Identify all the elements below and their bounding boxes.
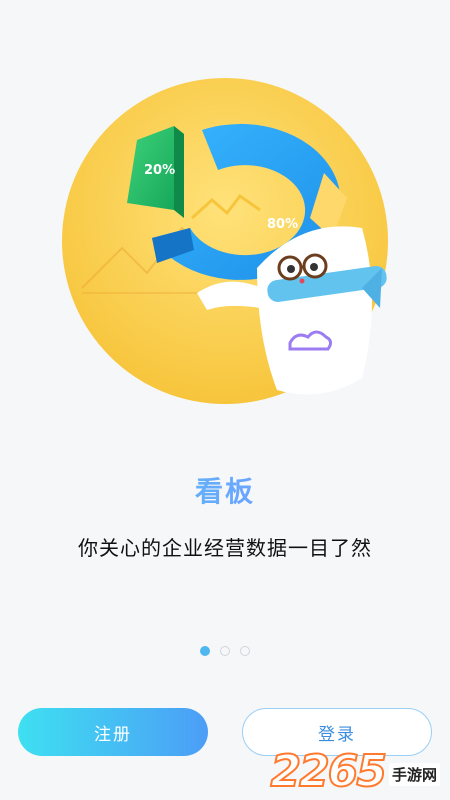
hero-illustration: 20% 80% <box>62 78 388 404</box>
register-button[interactable]: 注册 <box>18 708 208 756</box>
watermark-text: 手游网 <box>388 763 440 786</box>
pager-dot-1[interactable] <box>200 646 210 656</box>
pager-dot-3[interactable] <box>240 646 250 656</box>
watermark-logo: 2265 手游网 <box>270 746 440 797</box>
page-subtitle: 你关心的企业经营数据一目了然 <box>78 536 372 560</box>
page-title: 看板 <box>0 470 450 510</box>
watermark-number: 2265 <box>270 746 388 797</box>
chart-left-label: 20% <box>144 163 175 178</box>
chart-right-label: 80% <box>267 217 298 232</box>
pager-dots <box>0 646 450 656</box>
pager-dot-2[interactable] <box>220 646 230 656</box>
